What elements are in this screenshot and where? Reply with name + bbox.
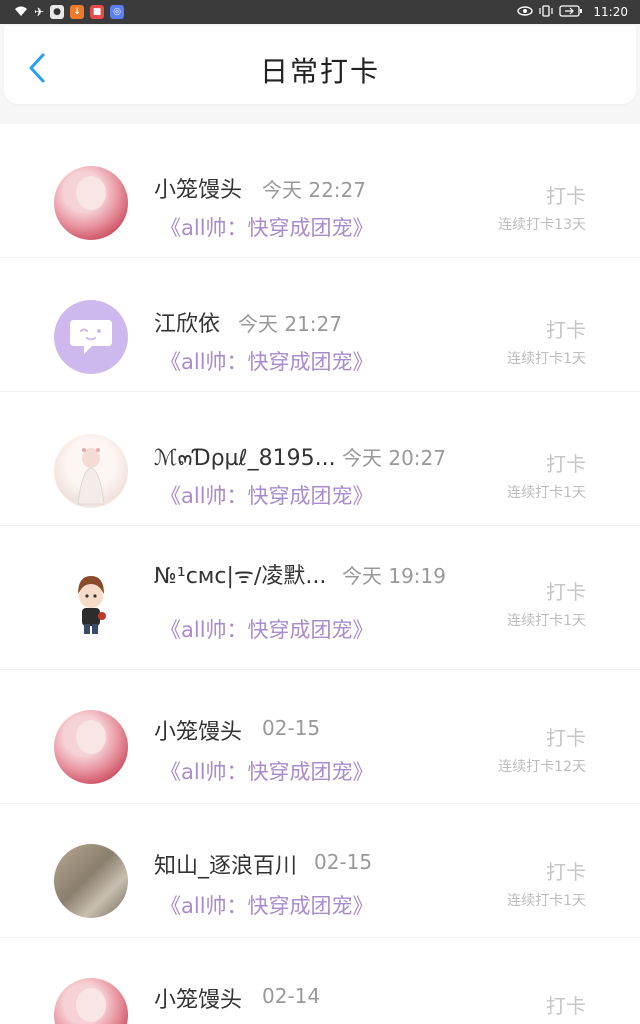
status-bar: ✈ ● ↓ ■ ◎ 11:20	[0, 0, 640, 24]
streak-label: 连续打卡13天	[498, 217, 586, 233]
bride-avatar[interactable]	[54, 434, 128, 508]
streak-label: 连续打卡1天	[507, 613, 586, 629]
checkin-time: 今天 19:19	[342, 564, 446, 588]
boy-avatar[interactable]	[54, 566, 128, 640]
list-item[interactable]: 小笼馒头 02-14 打卡	[0, 938, 640, 1024]
list-item[interactable]: 知山_逐浪百川 02-15 《all帅：快穿成团宠》 打卡 连续打卡1天	[0, 804, 640, 938]
girl-avatar[interactable]	[54, 166, 128, 240]
checkin-time: 02-15	[262, 716, 321, 740]
checkin-label: 打卡	[546, 994, 586, 1018]
status-time: 11:20	[593, 5, 628, 19]
book-title-link[interactable]: 《all帅：快穿成团宠》	[160, 212, 374, 242]
checkin-list[interactable]: 小笼馒头 今天 22:27 《all帅：快穿成团宠》 打卡 连续打卡13天 江欣…	[0, 124, 640, 1024]
chat-bubble-avatar[interactable]	[54, 300, 128, 374]
streak-label: 连续打卡1天	[507, 351, 586, 367]
checkin-time: 02-14	[262, 984, 321, 1008]
checkin-label: 打卡	[546, 184, 586, 208]
user-name: 小笼馒头	[154, 720, 243, 745]
book-title-link[interactable]: 《all帅：快穿成团宠》	[160, 756, 374, 786]
battery-icon	[559, 5, 583, 19]
eye-icon	[517, 6, 534, 18]
user-name: 江欣依	[154, 312, 221, 337]
app-icon-2: ↓	[70, 5, 85, 19]
app-icon-3: ■	[90, 5, 105, 19]
user-name: 知山_逐浪百川	[154, 854, 298, 879]
streak-label: 连续打卡1天	[507, 893, 586, 909]
girl-avatar[interactable]	[54, 978, 128, 1024]
list-item[interactable]: 小笼馒头 今天 22:27 《all帅：快穿成团宠》 打卡 连续打卡13天	[0, 124, 640, 258]
user-name: ℳ๓Ɗρµℓ_8195...	[154, 446, 336, 471]
list-item[interactable]: 江欣依 今天 21:27 《all帅：快穿成团宠》 打卡 连续打卡1天	[0, 258, 640, 392]
app-icon-1: ●	[50, 5, 65, 19]
user-name: 小笼馒头	[154, 988, 243, 1013]
app-icon-4: ◎	[110, 5, 125, 19]
header: 日常打卡	[0, 24, 640, 108]
vibrate-icon	[539, 5, 554, 19]
checkin-label: 打卡	[546, 580, 586, 604]
wifi-icon	[14, 5, 28, 19]
list-item[interactable]: №¹смс|ᯤ∕凌默... 今天 19:19 《all帅：快穿成团宠》 打卡 连…	[0, 526, 640, 670]
checkin-time: 今天 20:27	[342, 446, 446, 470]
checkin-time: 02-15	[314, 850, 373, 874]
streak-label: 连续打卡1天	[507, 485, 586, 501]
checkin-label: 打卡	[546, 726, 586, 750]
header-card: 日常打卡	[4, 26, 636, 104]
list-item[interactable]: ℳ๓Ɗρµℓ_8195... 今天 20:27 《all帅：快穿成团宠》 打卡 …	[0, 392, 640, 526]
girl-avatar[interactable]	[54, 710, 128, 784]
book-title-link[interactable]: 《all帅：快穿成团宠》	[160, 614, 374, 644]
checkin-label: 打卡	[546, 860, 586, 884]
checkin-time: 今天 22:27	[262, 178, 366, 202]
checkin-time: 今天 21:27	[238, 312, 342, 336]
streak-label: 连续打卡12天	[498, 759, 586, 775]
user-name: №¹смс|ᯤ∕凌默...	[154, 564, 327, 589]
bride-figure-icon	[77, 448, 105, 505]
user-name: 小笼馒头	[154, 178, 243, 203]
airplane-icon: ✈	[34, 5, 45, 19]
book-title-link[interactable]: 《all帅：快穿成团宠》	[160, 346, 374, 376]
checkin-label: 打卡	[546, 318, 586, 342]
book-title-link[interactable]: 《all帅：快穿成团宠》	[160, 890, 374, 920]
checkin-label: 打卡	[546, 452, 586, 476]
wall-avatar[interactable]	[54, 844, 128, 918]
list-item[interactable]: 小笼馒头 02-15 《all帅：快穿成团宠》 打卡 连续打卡12天	[0, 670, 640, 804]
cartoon-boy-icon	[78, 576, 106, 634]
chat-bubble-icon	[70, 320, 112, 354]
book-title-link[interactable]: 《all帅：快穿成团宠》	[160, 480, 374, 510]
page-title: 日常打卡	[259, 55, 380, 88]
